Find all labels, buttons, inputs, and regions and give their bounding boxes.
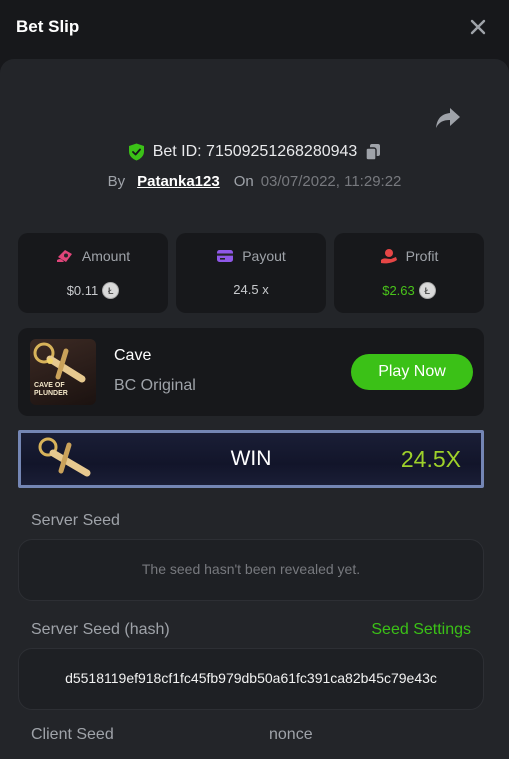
card-icon [217, 250, 234, 262]
bet-meta-row: By Patanka123 On 03/07/2022, 11:29:22 [0, 170, 509, 192]
profit-icon [380, 249, 397, 264]
money-icon [56, 250, 72, 262]
header: Bet Slip [0, 0, 509, 56]
on-label: On [233, 172, 254, 190]
payout-card: Payout 24.5 x [176, 233, 326, 313]
result-banner: WIN 24.5X [18, 430, 484, 488]
seed-settings-link[interactable]: Seed Settings [371, 621, 471, 639]
share-icon[interactable] [435, 106, 461, 130]
client-seed-label: Client Seed [31, 726, 114, 743]
game-thumb-title: CAVE OF PLUNDER [34, 382, 68, 397]
amount-label: Amount [81, 248, 131, 264]
server-seed-hash-field[interactable]: d5518119ef918cf1fc45fb979db50a61fc391ca8… [18, 648, 484, 710]
game-provider: BC Original [114, 377, 196, 394]
by-label: By [107, 172, 126, 190]
server-seed-hash-value: d5518119ef918cf1fc45fb979db50a61fc391ca8… [65, 670, 437, 686]
coin-icon: Ł [102, 282, 120, 299]
game-card: CAVE OF PLUNDER Cave BC Original Play No… [18, 328, 484, 416]
page-title: Bet Slip [16, 17, 80, 36]
result-multiplier: 24.5X [400, 446, 461, 472]
payout-value: 24.5 x [233, 282, 269, 297]
server-seed-field: The seed hasn't been revealed yet. [18, 539, 484, 601]
copy-icon[interactable] [365, 143, 381, 161]
username-link[interactable]: Patanka123 [137, 173, 220, 190]
payout-label: Payout [242, 248, 286, 264]
amount-value: $0.11 [66, 283, 99, 298]
amount-card: Amount $0.11 Ł [18, 233, 168, 313]
profit-card: Profit $2.63 Ł [334, 233, 484, 313]
profit-value: $2.63 [382, 283, 415, 298]
coin-icon: Ł [418, 282, 436, 299]
nonce-label: nonce [269, 726, 313, 743]
game-thumbnail[interactable]: CAVE OF PLUNDER [30, 339, 96, 405]
server-seed-value: The seed hasn't been revealed yet. [141, 561, 361, 577]
play-now-button[interactable]: Play Now [351, 354, 473, 390]
shield-check-icon [128, 143, 144, 161]
server-seed-hash-label: Server Seed (hash) [31, 621, 170, 638]
bet-date: 03/07/2022, 11:29:22 [260, 172, 402, 190]
bet-id: Bet ID: 71509251268280943 [152, 143, 358, 160]
game-name: Cave [114, 347, 152, 364]
close-icon[interactable] [466, 15, 490, 39]
profit-label: Profit [405, 248, 439, 264]
bet-id-row: Bet ID: 71509251268280943 [0, 141, 509, 163]
server-seed-label: Server Seed [31, 512, 120, 529]
